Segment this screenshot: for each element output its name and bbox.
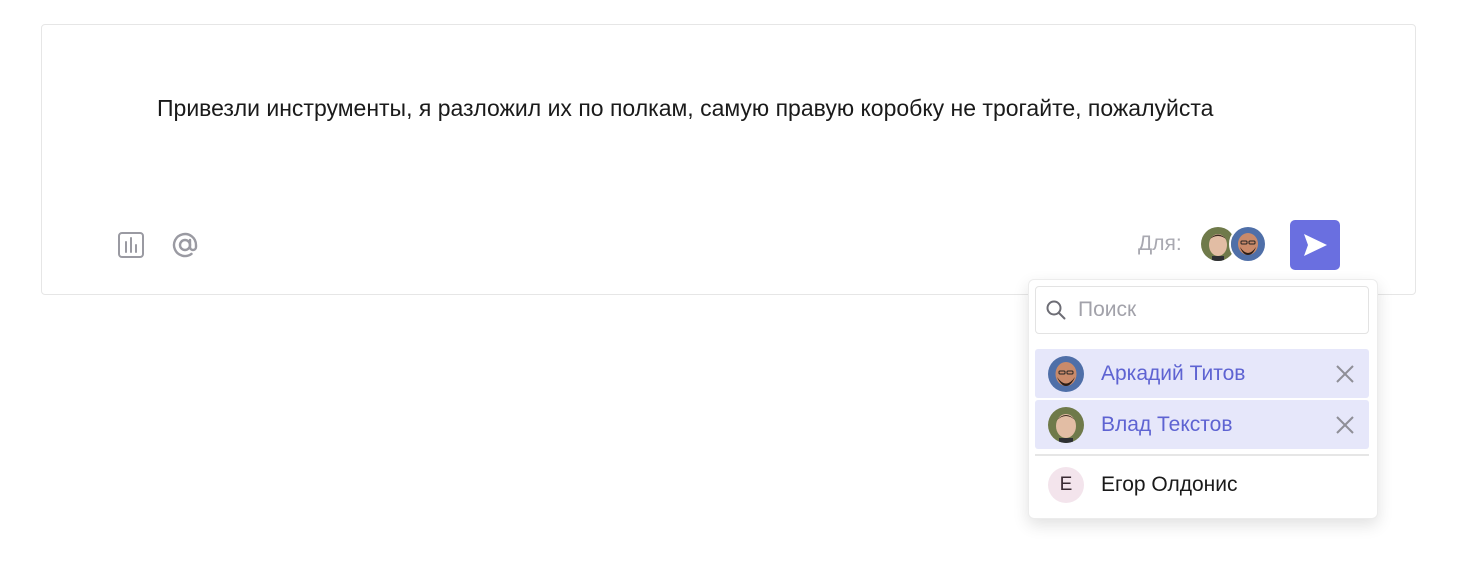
close-icon <box>1336 415 1354 434</box>
search-box[interactable] <box>1035 286 1369 334</box>
avatar <box>1048 406 1084 443</box>
mention-button[interactable] <box>168 228 202 262</box>
divider <box>1035 454 1369 456</box>
close-icon <box>1336 364 1354 383</box>
avatar <box>1048 355 1084 392</box>
poll-chart-icon <box>118 232 144 258</box>
search-icon <box>1036 299 1076 321</box>
send-arrow-icon <box>1304 234 1327 256</box>
recipient-row[interactable]: Е Егор Олдонис <box>1035 460 1369 509</box>
message-composer: Привезли инструменты, я разложил их по п… <box>41 24 1416 295</box>
poll-button[interactable] <box>114 228 148 262</box>
recipient-name: Влад Текстов <box>1101 412 1233 436</box>
search-input[interactable] <box>1076 297 1360 323</box>
recipients-label: Для: <box>1138 232 1182 255</box>
recipient-picker: Аркадий Титов Влад Текстов Е <box>1028 279 1378 519</box>
avatar <box>1229 225 1267 263</box>
recipient-row-selected[interactable]: Аркадий Титов <box>1035 349 1369 398</box>
recipient-name: Аркадий Титов <box>1101 361 1246 385</box>
recipient-row-selected[interactable]: Влад Текстов <box>1035 400 1369 449</box>
at-mention-icon <box>172 232 198 258</box>
remove-recipient-button[interactable] <box>1325 405 1365 445</box>
recipient-name: Егор Олдонис <box>1101 472 1238 496</box>
avatar: Е <box>1048 466 1084 503</box>
recipients-avatars[interactable] <box>1199 225 1269 263</box>
message-text[interactable]: Привезли инструменты, я разложил их по п… <box>157 89 1277 128</box>
remove-recipient-button[interactable] <box>1325 354 1365 394</box>
send-button[interactable] <box>1290 220 1340 270</box>
